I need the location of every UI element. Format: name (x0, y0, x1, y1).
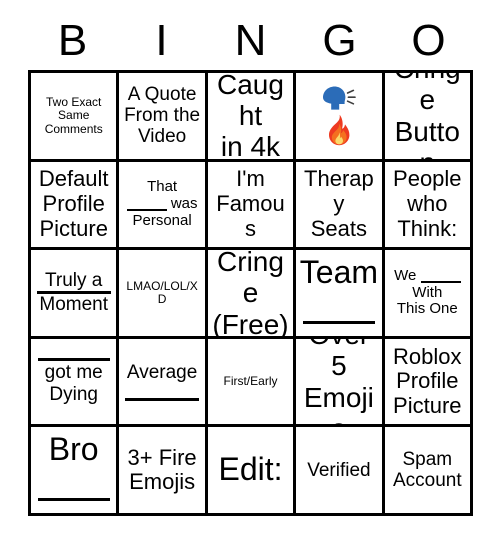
bingo-card: B I N G O Two Exact Same Comments A Quot… (0, 0, 501, 544)
blank-line-icon (37, 358, 110, 362)
fire-icon (326, 114, 352, 146)
cell-g3[interactable]: Team (296, 250, 385, 339)
cell-i3[interactable]: LMAO/LOL/XD (119, 250, 208, 339)
cell-n3-line-2: (Free) (212, 308, 289, 339)
cell-b4-line-2: got me (44, 362, 103, 384)
bingo-header-row: B I N G O (28, 14, 473, 68)
cell-o3-line-1: We (388, 267, 467, 285)
cell-n2-line-2: Famous (216, 191, 285, 241)
cell-i2-line-1: That (147, 178, 178, 196)
cell-o2[interactable]: People who Think: (384, 161, 473, 251)
cell-n3-line-1: Cringe (217, 250, 284, 309)
cell-b3[interactable]: Truly a Moment (31, 250, 120, 339)
cell-o2-line-2: who (407, 191, 448, 217)
cell-o4-line-3: Picture (393, 392, 462, 418)
cell-b5-line-1: Bro (48, 431, 99, 468)
cell-b2-line-1: Default (38, 166, 109, 192)
cell-b2-line-2: Profile (42, 191, 105, 217)
cell-b5[interactable]: Bro (31, 427, 120, 516)
cell-g4-line-2: Emojis (303, 381, 374, 425)
cell-g2-line-1: Therapy (304, 166, 374, 217)
cell-g5-line-1: Verified (307, 459, 371, 481)
cell-i4-line-1: Average (126, 362, 198, 384)
cell-i1-line-3: Video (137, 126, 187, 148)
cell-g3-line-1: Team (299, 254, 379, 291)
cell-i2-line-2: was (122, 195, 201, 213)
cell-b2[interactable]: Default Profile Picture (31, 161, 120, 251)
cell-b1-line-3: Comments (44, 121, 103, 136)
blank-line-icon (420, 268, 461, 284)
cell-n2[interactable]: I'm Famous (207, 161, 297, 251)
cell-o2-line-1: People (393, 166, 462, 192)
cell-b2-line-3: Picture (39, 215, 108, 241)
cell-o4-line-2: Profile (396, 368, 459, 394)
cell-n5-line-1: Edit: (218, 451, 283, 488)
header-letter-i: I (155, 16, 168, 65)
cell-o5-line-1: Spam (402, 448, 453, 470)
cell-o1-line-1: Cringe (394, 73, 461, 116)
cell-g4-line-1: Over 5 (309, 339, 370, 382)
cell-n1[interactable]: Caught in 4k (207, 73, 297, 162)
cell-i5[interactable]: 3+ Fire Emojis (119, 427, 208, 516)
cell-n1-line-2: in 4k (220, 131, 281, 162)
cell-b1[interactable]: Two Exact Same Comments (31, 73, 120, 162)
cell-o4[interactable]: Roblox Profile Picture (384, 338, 473, 428)
header-letter-b: B (57, 16, 88, 65)
cell-g2-line-2: Seats (310, 215, 368, 241)
cell-i2[interactable]: That was Personal (119, 161, 208, 251)
cell-i5-line-1: 3+ Fire (127, 444, 197, 470)
cell-o5-line-2: Account (392, 470, 462, 492)
blank-line-icon (302, 321, 375, 325)
cell-i5-line-2: Emojis (129, 469, 196, 495)
cell-b4[interactable]: got me Dying (31, 338, 120, 428)
cell-o1-line-2: Button (394, 115, 460, 159)
cell-i1-line-1: A Quote (127, 83, 197, 105)
cell-o3-line-3: This One (396, 300, 458, 318)
cell-o4-line-1: Roblox (393, 343, 462, 369)
cell-n4-line-1: First/Early (223, 373, 278, 388)
cell-o3-line-2: With (412, 283, 443, 301)
header-letter-n: N (234, 16, 267, 65)
cell-o3[interactable]: We With This One (384, 250, 473, 339)
cell-b1-line-1: Two Exact (46, 94, 102, 109)
emoji-stack (299, 85, 378, 146)
bingo-grid: Two Exact Same Comments A Quote From the… (28, 70, 473, 516)
speaking-head-icon (321, 85, 357, 113)
cell-o1[interactable]: Cringe Button (384, 73, 473, 162)
blank-line-icon (126, 197, 167, 212)
cell-n4[interactable]: First/Early (207, 338, 297, 428)
cell-o5[interactable]: Spam Account (384, 427, 473, 516)
header-letter-o: O (411, 16, 446, 65)
cell-i3-line-1: LMAO/LOL/XD (126, 278, 198, 306)
cell-n5[interactable]: Edit: (207, 427, 297, 516)
cell-b3-line-3: Moment (39, 294, 109, 316)
cell-g4[interactable]: Over 5 Emojis (296, 338, 385, 428)
cell-i4[interactable]: Average (119, 338, 208, 428)
blank-line-icon (125, 397, 200, 401)
cell-g2[interactable]: Therapy Seats (296, 161, 385, 251)
cell-i1-line-2: From the (124, 105, 201, 127)
header-letter-g: G (322, 16, 357, 65)
blank-line-icon (37, 498, 110, 502)
cell-g5[interactable]: Verified (296, 427, 385, 516)
cell-i2-line-3: Personal (132, 211, 192, 229)
cell-b3-line-1: Truly a (45, 270, 103, 292)
cell-n1-line-1: Caught (217, 73, 284, 132)
cell-b1-line-2: Same (58, 108, 90, 123)
cell-n3-free-space[interactable]: Cringe (Free) (207, 250, 297, 339)
cell-n2-line-1: I'm (236, 166, 265, 192)
cell-g1[interactable] (296, 73, 385, 162)
cell-o2-line-3: Think: (397, 215, 458, 241)
cell-b4-line-3: Dying (49, 383, 98, 405)
cell-i1[interactable]: A Quote From the Video (119, 73, 208, 162)
